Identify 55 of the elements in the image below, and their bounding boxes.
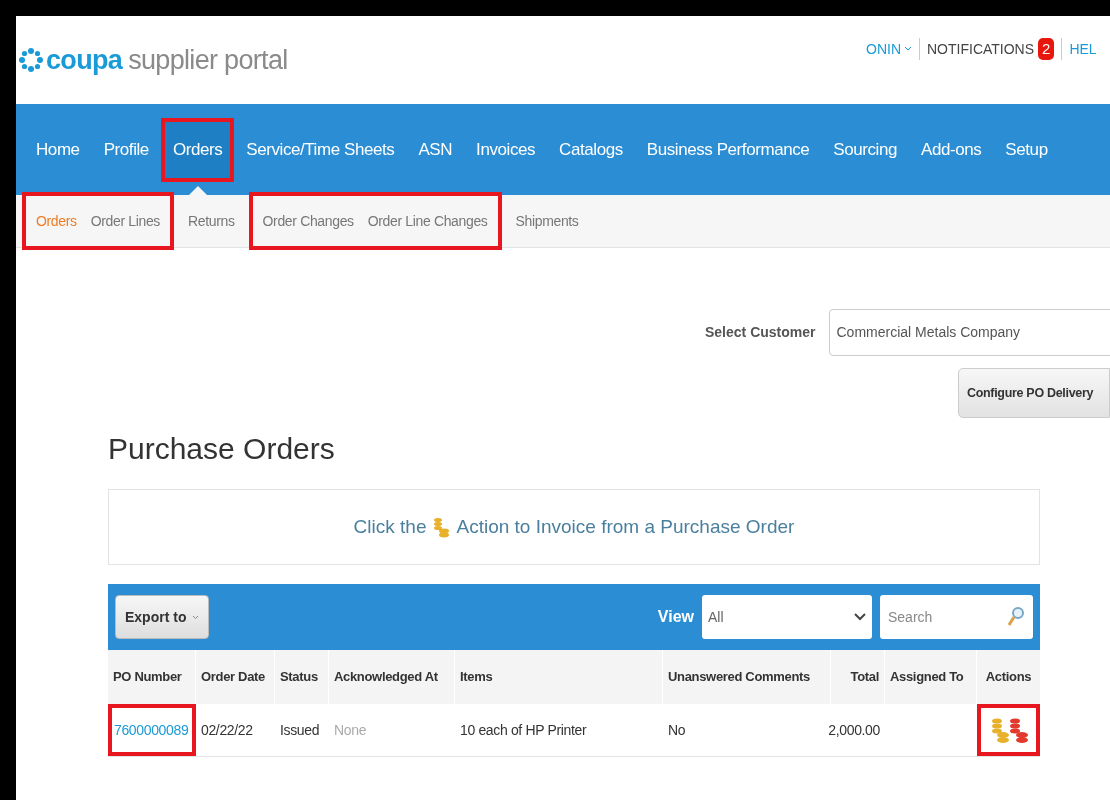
chevron-down-icon bbox=[854, 613, 866, 621]
nav-tab[interactable]: Business Performance bbox=[634, 117, 822, 182]
nav-tab[interactable]: Invoices bbox=[464, 117, 548, 182]
column-header: Assigned To bbox=[890, 668, 964, 687]
subnav-tab[interactable]: Order Lines bbox=[85, 210, 165, 232]
column-header: Status bbox=[280, 668, 318, 687]
chevron-down-icon bbox=[904, 46, 912, 52]
coins-icon bbox=[432, 516, 451, 538]
view-select[interactable]: All bbox=[702, 595, 872, 639]
nav-tab[interactable]: Orders bbox=[160, 117, 235, 182]
banner-text: Click the bbox=[353, 514, 427, 539]
user-menu[interactable]: ONIN bbox=[866, 38, 901, 60]
column-header: Items bbox=[460, 668, 493, 687]
logo-subtitle: supplier portal bbox=[128, 43, 288, 77]
column-header: Unanswered Comments bbox=[668, 668, 810, 687]
table-cell-text: No bbox=[668, 720, 686, 740]
table-cell-text: None bbox=[334, 720, 367, 740]
column-header: Order Date bbox=[201, 668, 265, 687]
column-header: Acknowledged At bbox=[334, 668, 438, 687]
banner-text: Action to Invoice from a Purchase Order bbox=[456, 514, 795, 539]
nav-tab[interactable]: Catalogs bbox=[547, 117, 635, 182]
table-cell-text: 2,000.00 bbox=[828, 720, 880, 740]
logo-text: coupa bbox=[46, 43, 123, 77]
help-link[interactable]: HEL bbox=[1069, 38, 1097, 60]
table-cell-text: 02/22/22 bbox=[201, 720, 253, 740]
customer-select[interactable]: Commercial Metals Company bbox=[829, 309, 1110, 356]
subnav-tab[interactable]: Orders bbox=[31, 210, 82, 232]
nav-tab[interactable]: Home bbox=[24, 117, 92, 182]
nav-tab[interactable]: Profile bbox=[91, 117, 161, 182]
nav-tab[interactable]: Sourcing bbox=[821, 117, 909, 182]
po-number-link[interactable]: 7600000089 bbox=[114, 719, 189, 741]
table-cell-text: Issued bbox=[280, 720, 320, 740]
export-button[interactable]: Export to bbox=[115, 595, 210, 639]
subnav-tab[interactable]: Order Changes bbox=[257, 210, 359, 232]
subnav-tab[interactable]: Returns bbox=[183, 210, 240, 232]
table-cell-text: 10 each of HP Printer bbox=[460, 720, 587, 740]
nav-tab[interactable]: Service/Time Sheets bbox=[234, 117, 407, 182]
subnav-tab[interactable]: Order Line Changes bbox=[362, 210, 493, 232]
logo-icon bbox=[18, 47, 44, 73]
column-header: PO Number bbox=[113, 668, 182, 687]
notifications-link[interactable]: NOTIFICATIONS bbox=[927, 38, 1035, 60]
nav-tab[interactable]: Add-ons bbox=[909, 117, 994, 182]
column-header: Actions bbox=[985, 668, 1032, 687]
nav-tab[interactable]: ASN bbox=[406, 117, 465, 182]
page-title: Purchase Orders bbox=[108, 430, 335, 467]
notification-badge: 2 bbox=[1038, 38, 1055, 60]
search-icon bbox=[1007, 606, 1025, 628]
nav-tab[interactable]: Setup bbox=[993, 117, 1060, 182]
configure-button[interactable]: Configure PO Delivery bbox=[958, 368, 1110, 418]
view-label: View bbox=[657, 607, 694, 627]
field-label: Select Customer bbox=[705, 323, 816, 342]
search-field[interactable]: Search bbox=[880, 595, 1033, 639]
column-header: Total bbox=[850, 668, 879, 687]
subnav-tab[interactable]: Shipments bbox=[510, 210, 584, 232]
chevron-down-icon bbox=[192, 614, 200, 620]
